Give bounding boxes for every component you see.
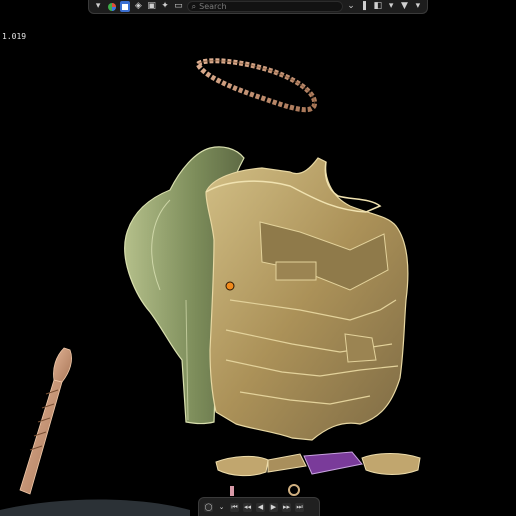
- viewport-overlay-value: 1.019: [2, 32, 27, 41]
- chevron-down-icon[interactable]: ⌄: [217, 503, 226, 512]
- scene-render: [0, 58, 421, 516]
- object-origin-dot[interactable]: [225, 281, 235, 291]
- layers-icon[interactable]: ◈: [133, 1, 143, 12]
- folder-icon[interactable]: ▭: [173, 1, 183, 12]
- jump-to-end-icon[interactable]: ⏭: [295, 502, 304, 512]
- display-toggle-icon[interactable]: ◧: [373, 1, 383, 12]
- bookmark-icon[interactable]: ❚: [359, 1, 369, 12]
- chain-necklace[interactable]: [194, 58, 318, 113]
- 3d-viewport[interactable]: ▾ ◈ ▣ ✦ ▭ ⌕ Search ⌄ ❚ ◧ ▾ ▼ ▾ 1.019 ◯ ⌄…: [0, 0, 516, 516]
- staff-object[interactable]: [19, 347, 72, 495]
- chevron-down-icon[interactable]: ▾: [413, 1, 423, 12]
- play-reverse-icon[interactable]: ◀: [256, 502, 265, 512]
- filter-icon[interactable]: ▼: [399, 1, 409, 12]
- record-icon[interactable]: ◯: [204, 502, 213, 512]
- sunglasses-object[interactable]: [215, 451, 421, 477]
- image-icon[interactable]: ▣: [147, 1, 157, 12]
- lightbulb-icon[interactable]: ✦: [160, 1, 170, 12]
- jump-forward-icon[interactable]: ▸▸: [282, 502, 291, 512]
- collapse-icon[interactable]: ⌄: [346, 1, 356, 12]
- base-disc[interactable]: [0, 499, 190, 516]
- armor-chest-plate[interactable]: [205, 157, 409, 441]
- search-icon: ⌕: [191, 1, 197, 11]
- pin-object[interactable]: [230, 486, 234, 496]
- object-mode-icon[interactable]: [119, 1, 131, 12]
- search-placeholder: Search: [199, 2, 227, 11]
- play-icon[interactable]: ▶: [269, 502, 278, 512]
- chevron-down-icon[interactable]: ▾: [93, 1, 103, 12]
- jump-to-start-icon[interactable]: ⏮: [230, 502, 239, 512]
- chevron-down-icon[interactable]: ▾: [386, 1, 396, 12]
- search-field[interactable]: ⌕ Search: [186, 1, 343, 12]
- ring-object[interactable]: [288, 484, 300, 496]
- jump-back-icon[interactable]: ◂◂: [243, 502, 252, 512]
- playback-controls: ◯ ⌄ ⏮ ◂◂ ◀ ▶ ▸▸ ⏭: [198, 497, 320, 516]
- rainbow-material-icon[interactable]: [106, 1, 116, 12]
- viewport-header-toolbar: ▾ ◈ ▣ ✦ ▭ ⌕ Search ⌄ ❚ ◧ ▾ ▼ ▾: [88, 0, 428, 14]
